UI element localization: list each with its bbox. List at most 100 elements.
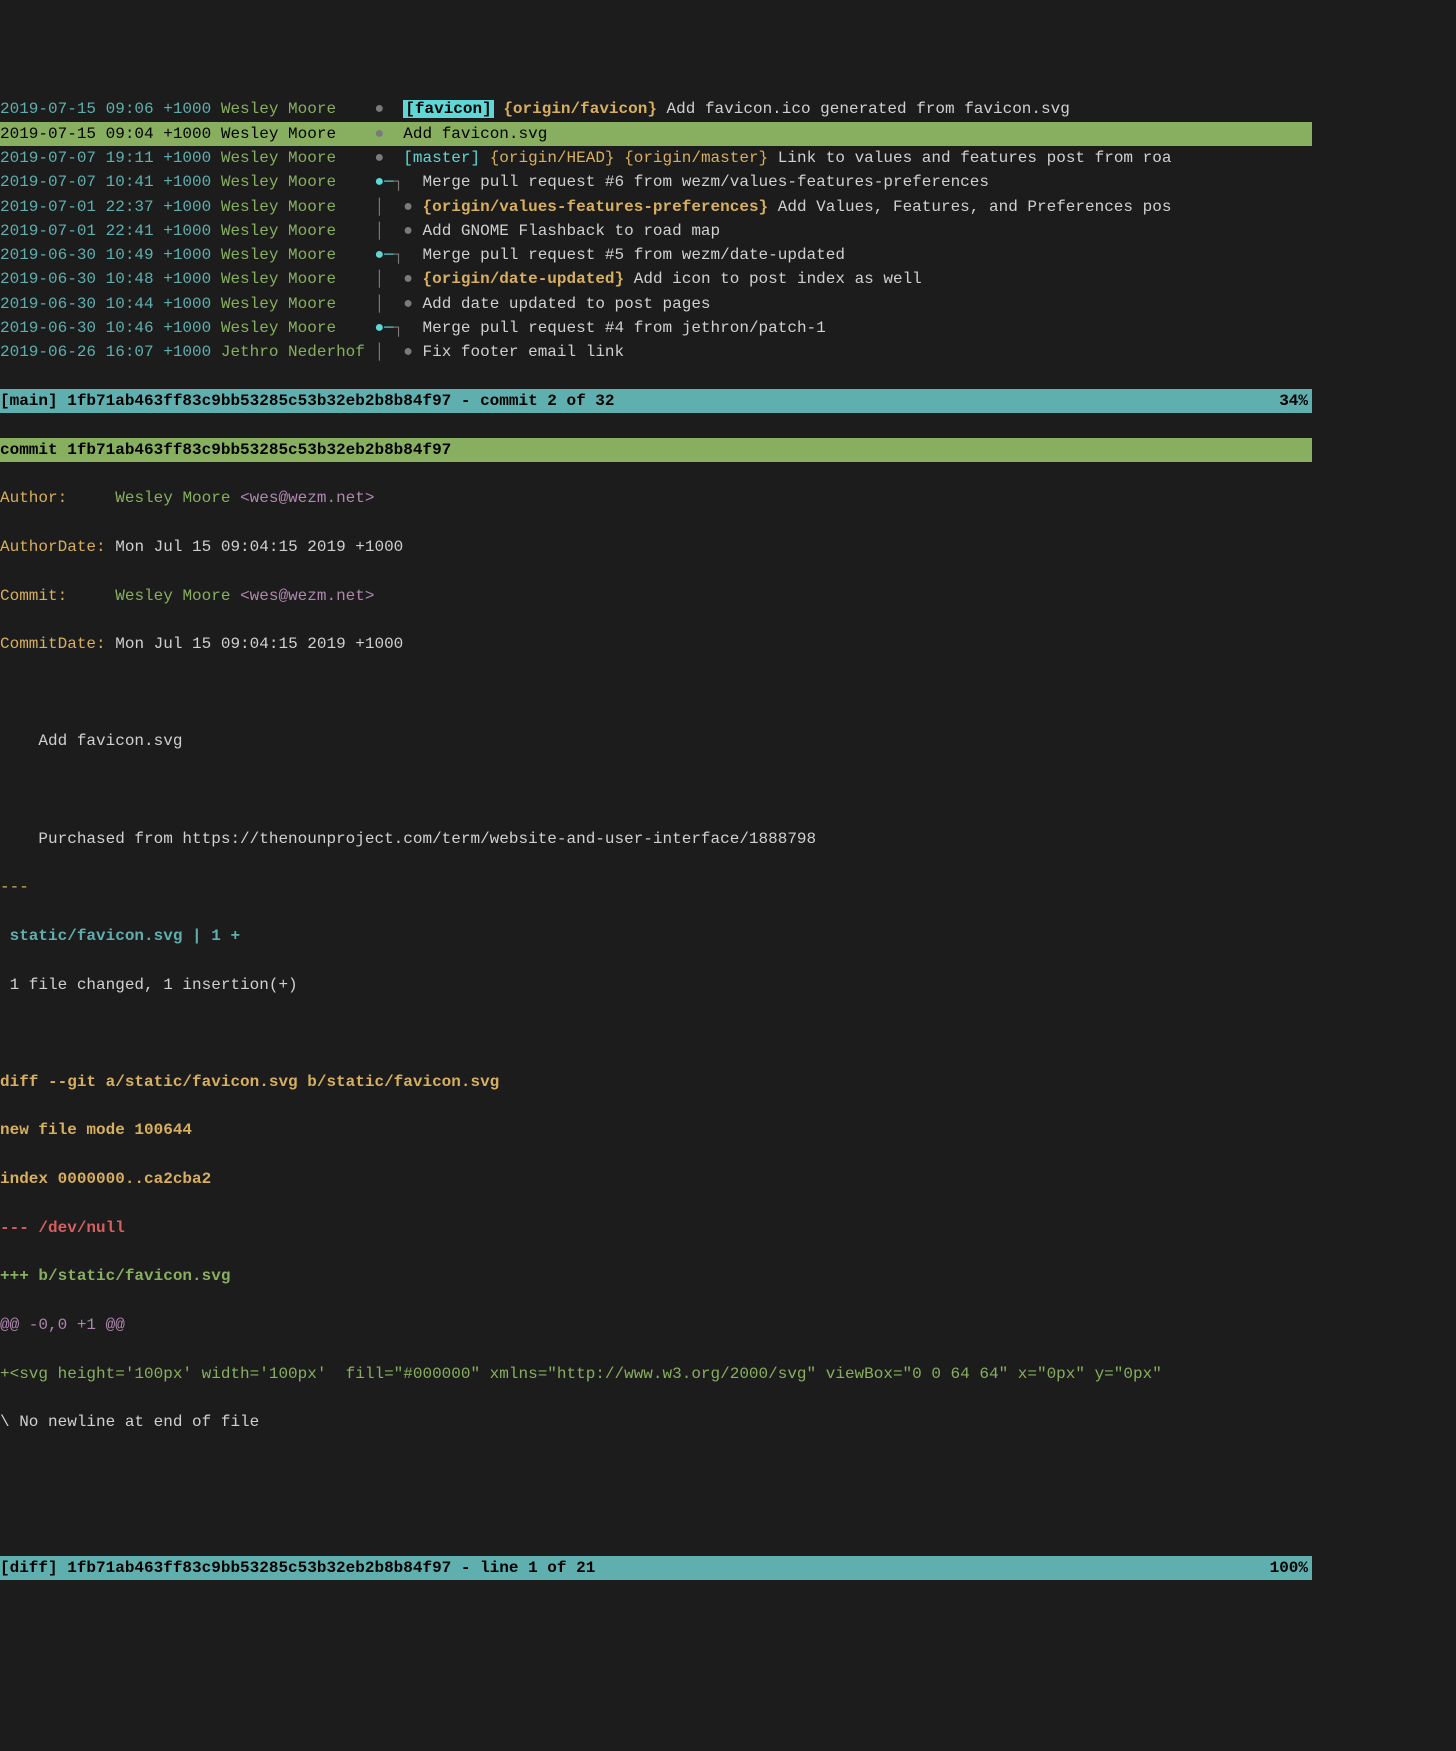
blank-line	[0, 681, 1312, 705]
commit-author: Wesley Moore	[221, 270, 375, 288]
status-left: [main] 1fb71ab463ff83c9bb53285c53b32eb2b…	[0, 389, 615, 413]
status-right: 34%	[1279, 389, 1312, 413]
commit-author: Wesley Moore	[221, 319, 375, 337]
committer-line: Commit: Wesley Moore <wes@wezm.net>	[0, 584, 1312, 608]
commit-message-title: Add favicon.svg	[0, 729, 1312, 753]
blank-line	[0, 1021, 1312, 1045]
commit-log-pane[interactable]: 2019-07-15 09:06 +1000 Wesley Moore ● [f…	[0, 97, 1312, 364]
graph-dot-icon: ●	[374, 125, 403, 143]
remote-branch-badge: {origin/date-updated}	[422, 270, 624, 288]
local-branch-badge: [master]	[403, 149, 480, 167]
commit-row[interactable]: 2019-07-01 22:41 +1000 Wesley Moore │ ● …	[0, 219, 1312, 243]
diff-status-left: [diff] 1fb71ab463ff83c9bb53285c53b32eb2b…	[0, 1556, 595, 1580]
commit-row[interactable]: 2019-07-07 10:41 +1000 Wesley Moore ●─┐ …	[0, 170, 1312, 194]
diff-old-file: --- /dev/null	[0, 1216, 1312, 1240]
commit-row[interactable]: 2019-06-30 10:46 +1000 Wesley Moore ●─┐ …	[0, 316, 1312, 340]
commit-date: 2019-07-15 09:06 +1000	[0, 100, 211, 118]
authordate-label: AuthorDate:	[0, 538, 106, 556]
commit-name: Wesley Moore	[115, 587, 240, 605]
diffstat-file: static/favicon.svg | 1 +	[0, 924, 1312, 948]
commit-author: Wesley Moore	[221, 295, 375, 313]
commit-row[interactable]: 2019-06-30 10:48 +1000 Wesley Moore │ ● …	[0, 267, 1312, 291]
current-branch-badge: [favicon]	[403, 100, 493, 118]
commit-date: 2019-07-07 19:11 +1000	[0, 149, 211, 167]
commitdate-label: CommitDate:	[0, 635, 106, 653]
main-status-bar: [main] 1fb71ab463ff83c9bb53285c53b32eb2b…	[0, 389, 1312, 413]
commit-subject: Add favicon.svg	[403, 125, 547, 143]
commit-author: Wesley Moore	[221, 222, 375, 240]
commit-date: 2019-07-01 22:37 +1000	[0, 198, 211, 216]
blank-line	[0, 1605, 1312, 1629]
commit-subject: Fix footer email link	[422, 343, 624, 361]
remote-branch-badge: {origin/favicon}	[503, 100, 657, 118]
graph-line: │	[374, 270, 403, 288]
diffstat-summary: 1 file changed, 1 insertion(+)	[0, 973, 1312, 997]
message-body: Purchased from https://thenounproject.co…	[38, 830, 816, 848]
diff-new-file: +++ b/static/favicon.svg	[0, 1264, 1312, 1288]
commitdate-line: CommitDate: Mon Jul 15 09:04:15 2019 +10…	[0, 632, 1312, 656]
diff-newfile: new file mode 100644	[0, 1118, 1312, 1142]
commit-row[interactable]: 2019-07-07 19:11 +1000 Wesley Moore ● [m…	[0, 146, 1312, 170]
commit-row[interactable]: 2019-06-30 10:49 +1000 Wesley Moore ●─┐ …	[0, 243, 1312, 267]
commit-subject: Add Values, Features, and Preferences po…	[778, 198, 1172, 216]
authordate-value: Mon Jul 15 09:04:15 2019 +1000	[115, 538, 403, 556]
diffstat-marker: ---	[0, 875, 1312, 899]
commit-row[interactable]: 2019-07-01 22:37 +1000 Wesley Moore │ ● …	[0, 195, 1312, 219]
diff-added-line: +<svg height='100px' width='100px' fill=…	[0, 1362, 1312, 1386]
commit-subject: Add GNOME Flashback to road map	[422, 222, 720, 240]
authordate-line: AuthorDate: Mon Jul 15 09:04:15 2019 +10…	[0, 535, 1312, 559]
commit-subject: Merge pull request #5 from wezm/date-upd…	[422, 246, 844, 264]
graph-dot-icon: ●	[374, 100, 403, 118]
diff-status-bar: [diff] 1fb71ab463ff83c9bb53285c53b32eb2b…	[0, 1556, 1312, 1580]
author-email: <wes@wezm.net>	[240, 489, 374, 507]
author-label: Author:	[0, 489, 106, 507]
commit-author: Jethro Nederhof	[221, 343, 375, 361]
diffstat-file-text: static/favicon.svg | 1 +	[0, 927, 240, 945]
graph-dot-icon: ●	[374, 149, 403, 167]
no-newline: \ No newline at end of file	[0, 1410, 1312, 1434]
graph-line: │	[374, 343, 403, 361]
commit-date: 2019-06-30 10:46 +1000	[0, 319, 211, 337]
commit-label: Commit:	[0, 587, 106, 605]
commit-date: 2019-07-01 22:41 +1000	[0, 222, 211, 240]
commit-author: Wesley Moore	[221, 246, 375, 264]
commit-date: 2019-07-07 10:41 +1000	[0, 173, 211, 191]
commit-date: 2019-06-26 16:07 +1000	[0, 343, 211, 361]
merge-node-icon: ●─	[374, 319, 393, 337]
commit-subject: Merge pull request #6 from wezm/values-f…	[422, 173, 989, 191]
commit-row[interactable]: 2019-07-15 09:06 +1000 Wesley Moore ● [f…	[0, 97, 1312, 121]
author-line: Author: Wesley Moore <wes@wezm.net>	[0, 486, 1312, 510]
commit-row[interactable]: 2019-07-15 09:04 +1000 Wesley Moore ● Ad…	[0, 122, 1312, 146]
diff-status-right: 100%	[1270, 1556, 1312, 1580]
commit-author: Wesley Moore	[221, 149, 375, 167]
graph-line: │	[374, 198, 403, 216]
commit-date: 2019-06-30 10:48 +1000	[0, 270, 211, 288]
commit-subject: Link to values and features post from ro…	[778, 149, 1172, 167]
blank-line	[0, 1507, 1312, 1531]
blank-line	[0, 1459, 1312, 1483]
commit-row[interactable]: 2019-06-26 16:07 +1000 Jethro Nederhof │…	[0, 340, 1312, 364]
commit-author: Wesley Moore	[221, 125, 375, 143]
graph-line: │	[374, 222, 403, 240]
commit-row[interactable]: 2019-06-30 10:44 +1000 Wesley Moore │ ● …	[0, 292, 1312, 316]
commit-author: Wesley Moore	[221, 198, 375, 216]
diff-hunk: @@ -0,0 +1 @@	[0, 1313, 1312, 1337]
commitdate-value: Mon Jul 15 09:04:15 2019 +1000	[115, 635, 403, 653]
remote-branch-badge: {origin/values-features-preferences}	[422, 198, 768, 216]
commit-message-body: Purchased from https://thenounproject.co…	[0, 827, 1312, 851]
commit-author: Wesley Moore	[221, 100, 375, 118]
commit-date: 2019-06-30 10:49 +1000	[0, 246, 211, 264]
commit-subject: Add date updated to post pages	[422, 295, 710, 313]
merge-node-icon: ●─	[374, 246, 393, 264]
merge-node-icon: ●─	[374, 173, 393, 191]
commit-header: commit 1fb71ab463ff83c9bb53285c53b32eb2b…	[0, 438, 1312, 462]
commit-email: <wes@wezm.net>	[240, 587, 374, 605]
message-title: Add favicon.svg	[38, 732, 182, 750]
remote-head-badge: {origin/HEAD} {origin/master}	[490, 149, 768, 167]
commit-subject: Merge pull request #4 from jethron/patch…	[422, 319, 825, 337]
commit-author: Wesley Moore	[221, 173, 375, 191]
diff-header: diff --git a/static/favicon.svg b/static…	[0, 1070, 1312, 1094]
diff-index: index 0000000..ca2cba2	[0, 1167, 1312, 1191]
commit-subject: Add icon to post index as well	[634, 270, 922, 288]
commit-subject: Add favicon.ico generated from favicon.s…	[667, 100, 1070, 118]
